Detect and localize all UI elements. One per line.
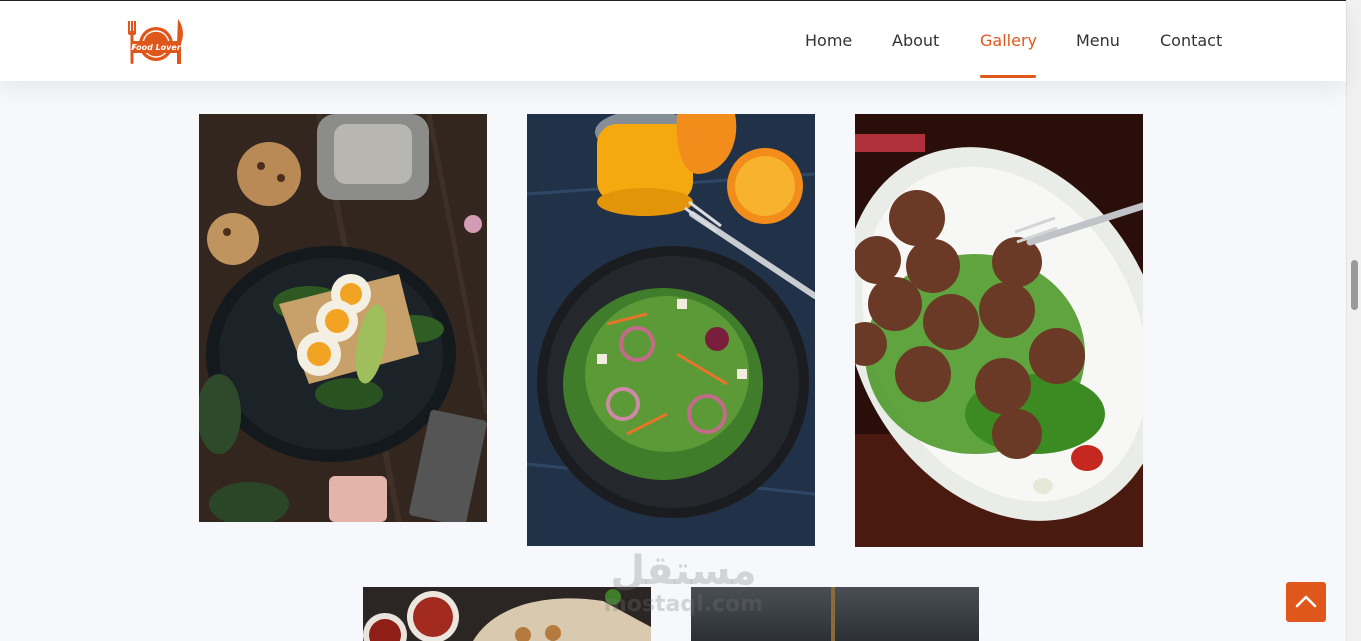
logo-icon: Food Lover (128, 19, 183, 64)
gallery-image-egg-toast[interactable] (199, 114, 487, 522)
photo-icon (855, 114, 1143, 547)
gallery-image-dark-dish[interactable] (691, 587, 979, 641)
chevron-up-icon (1295, 595, 1317, 608)
nav-contact[interactable]: Contact (1160, 31, 1222, 50)
photo-icon (691, 587, 979, 641)
gallery-image-meatballs[interactable] (855, 114, 1143, 547)
photo-icon (527, 114, 815, 546)
gallery-image-dips[interactable] (363, 587, 651, 641)
photo-icon (363, 587, 651, 641)
nav-menu[interactable]: Menu (1076, 31, 1120, 50)
nav-gallery[interactable]: Gallery (980, 31, 1037, 50)
logo-text: Food Lover (131, 43, 182, 52)
scrollbar-thumb[interactable] (1351, 260, 1358, 310)
navbar: Food Lover Home About Gallery Menu Conta… (0, 1, 1346, 81)
nav-about[interactable]: About (892, 31, 939, 50)
photo-icon (199, 114, 487, 522)
page-scrollbar[interactable] (1346, 0, 1361, 641)
active-nav-indicator (980, 75, 1036, 78)
brand-logo[interactable]: Food Lover (126, 17, 186, 67)
back-to-top-button[interactable] (1286, 582, 1326, 622)
nav-home[interactable]: Home (805, 31, 852, 50)
gallery-image-salad[interactable] (527, 114, 815, 546)
